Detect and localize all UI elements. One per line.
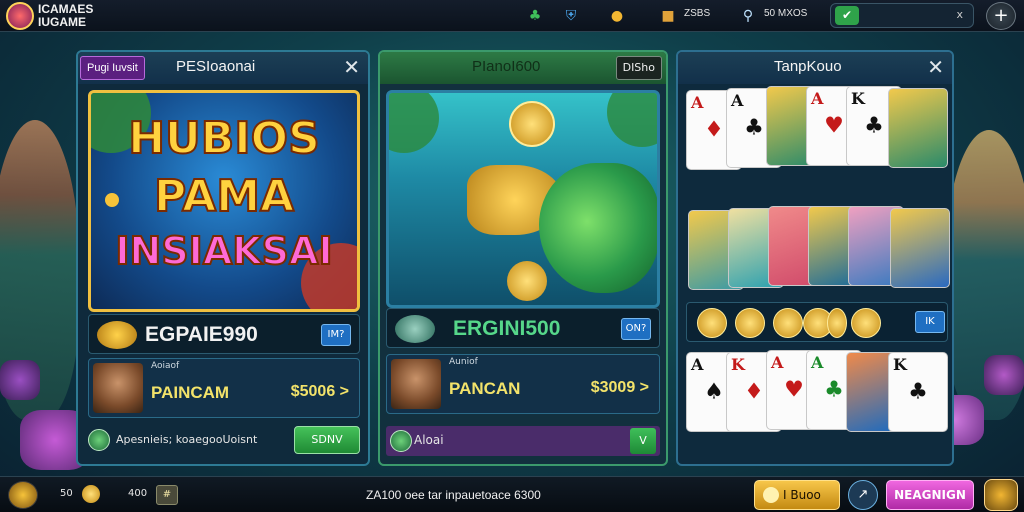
playing-card[interactable] (890, 208, 950, 288)
footer-text: Apesnieis; koaegooUoisnt (116, 433, 258, 446)
panel-title: PIanoI600 (472, 58, 541, 75)
palm-leaf (389, 93, 439, 153)
coin-icon (827, 308, 847, 338)
game-panel-2: PIanoI600 DISho ERGINI500 ON? Auniof PAN… (378, 50, 668, 466)
coin-icon[interactable] (8, 481, 38, 509)
balance-value: 50 (60, 488, 73, 499)
shield-icon[interactable]: ⛨ (560, 5, 582, 27)
player-label: Aoiaof (151, 361, 180, 371)
badge-icon (88, 429, 110, 451)
bottom-bar: 50 400 # ZA100 oee tar inpauetoace 6300 … (0, 476, 1024, 512)
coin-icon (509, 101, 555, 147)
game-artwork[interactable] (386, 90, 660, 308)
coin-icon (82, 485, 100, 503)
panel-title: TanpKouo (774, 58, 842, 75)
coin-icon (763, 487, 779, 503)
game-panel-3: TanpKouo ✕ A ♦ A ♣ A ♥ K ♣ IK A ♠ K ♦ A ♥ A ♣ K ♣ (676, 50, 954, 466)
panel-header: Pugi Iuvsit PESIoaonai ✕ (78, 52, 368, 84)
chest-icon[interactable] (984, 479, 1018, 511)
player-price[interactable]: $5006 > (291, 383, 349, 401)
close-button[interactable]: ✕ (343, 55, 360, 79)
coin-icon (697, 308, 727, 338)
search-icon[interactable]: ⚲ (737, 5, 759, 27)
fish-character (539, 163, 657, 293)
player-name: PAINCAM (151, 383, 230, 402)
brand-name: ICAMAES IUGAME (38, 3, 93, 29)
background-gem (0, 360, 40, 400)
share-button[interactable]: ↗ (848, 480, 878, 510)
clover-icon[interactable]: ♣ (524, 5, 546, 27)
panel-tag[interactable]: Pugi Iuvsit (80, 56, 145, 80)
grid-button[interactable]: # (156, 485, 178, 505)
panel-footer: Aloai V (386, 426, 660, 456)
player-row[interactable]: Auniof PANCAN $3009 > (386, 354, 660, 414)
jackpot-value: EGPAIE990 (145, 323, 258, 346)
game-artwork[interactable]: HUBIOS PAMA INSIAKSAI (88, 90, 360, 312)
close-icon[interactable]: x (956, 8, 963, 21)
jackpot-value: ERGINI500 (453, 317, 561, 340)
stat-value: 50 MXOS (764, 8, 808, 19)
add-button[interactable]: + (986, 2, 1016, 30)
coin-icon (773, 308, 803, 338)
play-button[interactable]: SDNV (294, 426, 360, 454)
info-button[interactable]: IM? (321, 324, 351, 346)
jackpot-row: ERGINI500 ON? (386, 308, 660, 348)
balance-value: 400 (128, 488, 148, 499)
artwork-title-line-2: PAMA (153, 170, 295, 223)
ticker-message: ZA100 oee tar inpauetoace 6300 (366, 488, 541, 502)
coin-icon (735, 308, 765, 338)
player-row[interactable]: Aoiaof PAINCAM $5006 > (88, 358, 360, 418)
panel-badge[interactable]: DISho (615, 56, 662, 80)
playing-card[interactable] (888, 88, 948, 168)
panel-header: TanpKouo ✕ (678, 52, 952, 84)
coin-icon[interactable]: ● (606, 5, 628, 27)
buy-button[interactable]: I Buoo (754, 480, 840, 510)
top-bar: ICAMAES IUGAME ♣ ⛨ ● ■ ZSBS ⚲ 50 MXOS ✔ … (0, 0, 1024, 32)
info-button[interactable]: IK (915, 311, 945, 333)
palm-leaf (607, 93, 657, 147)
sign-in-button[interactable]: NEAGNIGN (886, 480, 974, 510)
avatar (93, 363, 143, 413)
player-price[interactable]: $3009 > (591, 379, 649, 397)
badge-icon (390, 430, 412, 452)
confirm-button[interactable]: V (630, 428, 656, 454)
info-button[interactable]: ON? (621, 318, 651, 340)
artwork-title-line-1: HUBIOS (127, 112, 321, 165)
game-panel-1: Pugi Iuvsit PESIoaonai ✕ HUBIOS PAMA INS… (76, 50, 370, 466)
chest-icon[interactable]: ■ (657, 5, 679, 27)
top-toggle[interactable]: ✔ x (830, 3, 974, 28)
artwork-title-line-3: INSIAKSAI (114, 228, 333, 274)
app-logo[interactable] (6, 2, 34, 30)
background-gem (984, 355, 1024, 395)
player-name: PANCAN (449, 379, 521, 398)
footer-text: Aloai (414, 433, 444, 447)
coin-icon (507, 261, 547, 301)
coin-icon (851, 308, 881, 338)
player-label: Auniof (449, 357, 478, 367)
brand-line-2: IUGAME (38, 15, 86, 29)
stat-value: ZSBS (684, 8, 711, 19)
coins-row: IK (686, 302, 948, 342)
fish-icon (395, 315, 435, 343)
close-button[interactable]: ✕ (927, 55, 944, 79)
buy-button-label: I Buoo (783, 488, 821, 502)
check-icon[interactable]: ✔ (835, 6, 859, 25)
avatar (391, 359, 441, 409)
jackpot-row: EGPAIE990 IM? (88, 314, 360, 354)
panel-header: PIanoI600 DISho (380, 52, 666, 84)
coin-stack-icon (97, 321, 137, 349)
playing-card[interactable]: K ♣ (888, 352, 948, 432)
panel-title: PESIoaonai (176, 58, 256, 75)
panel-footer: Apesnieis; koaegooUoisnt SDNV (88, 426, 360, 456)
